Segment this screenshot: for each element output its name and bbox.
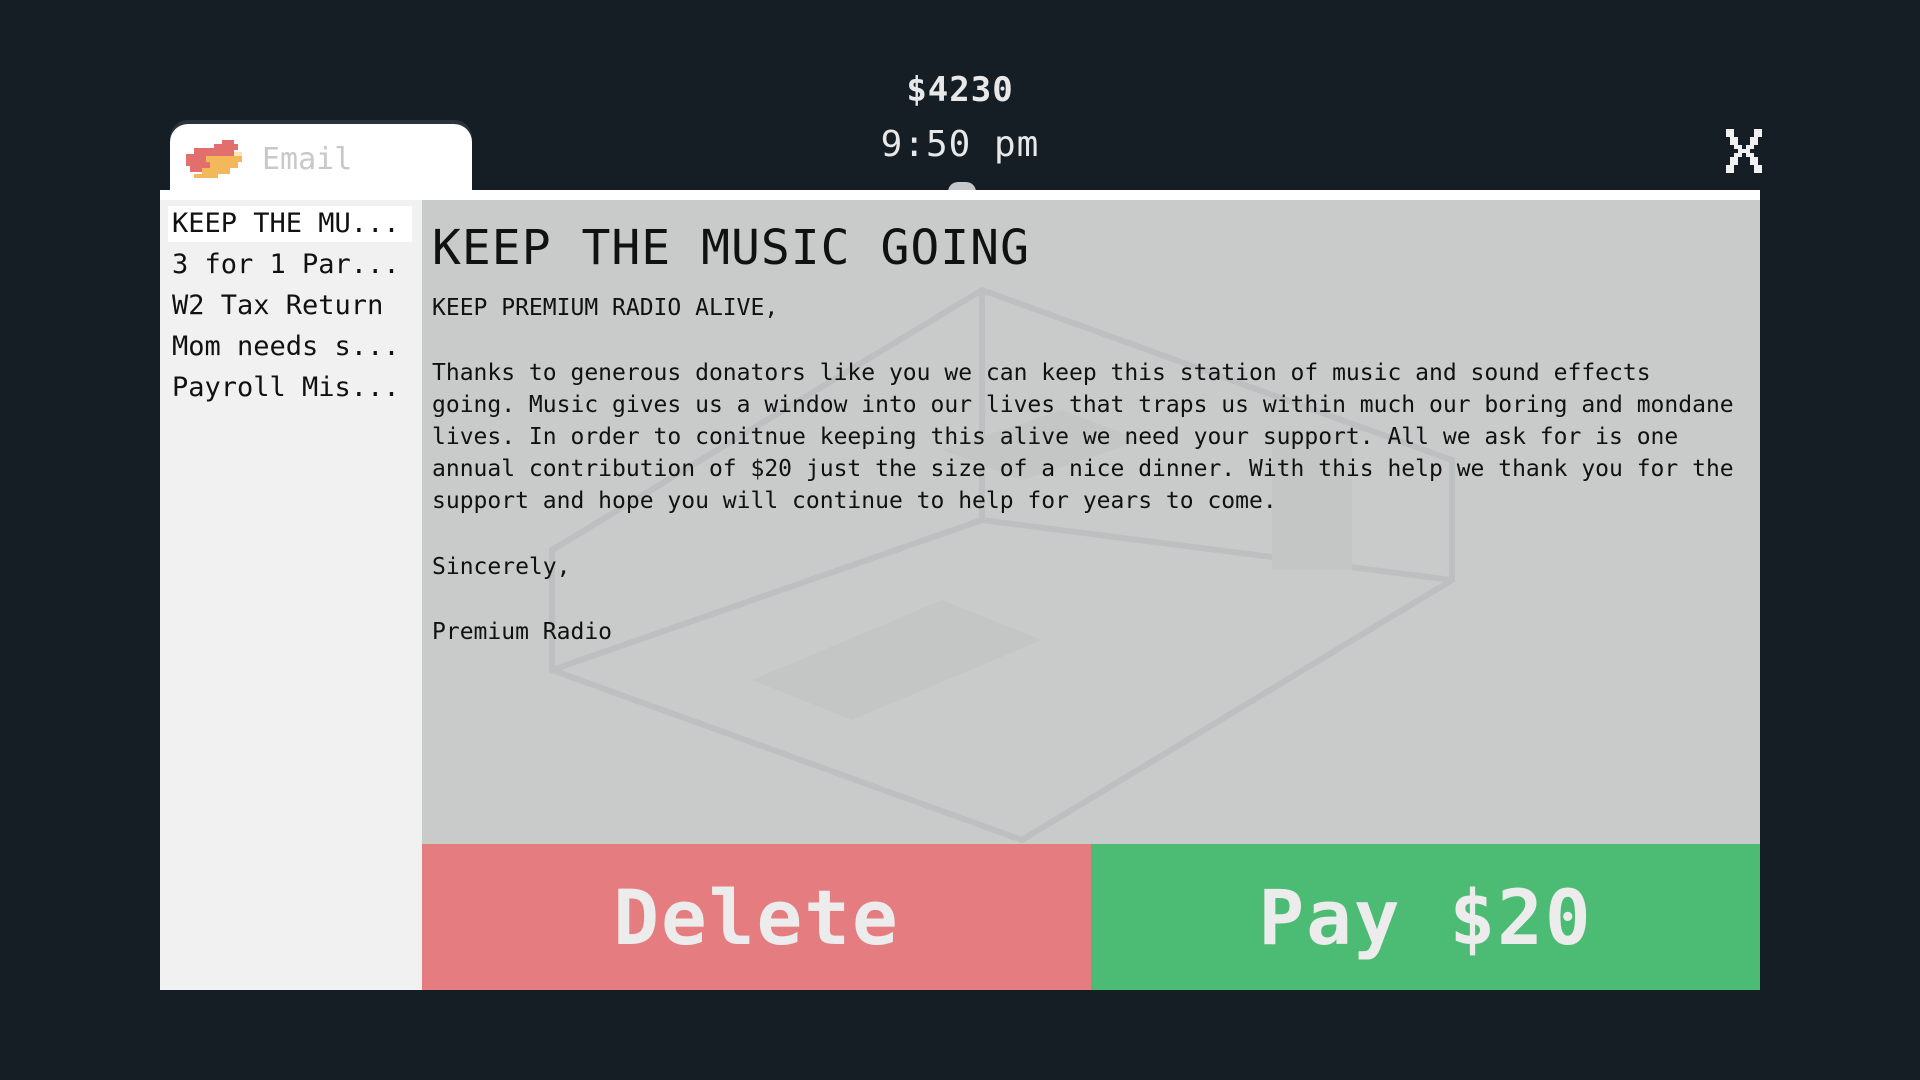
list-item[interactable]: Mom needs s... bbox=[168, 329, 412, 365]
list-item[interactable]: 3 for 1 Par... bbox=[168, 247, 412, 283]
list-item[interactable]: KEEP THE MU... bbox=[168, 206, 412, 242]
email-paragraph: Thanks to generous donators like you we … bbox=[432, 360, 1734, 514]
tab-label: Email bbox=[262, 141, 353, 177]
email-closing: Sincerely, bbox=[432, 554, 571, 580]
email-content: KEEP THE MUSIC GOING KEEP PREMIUM RADIO … bbox=[422, 200, 1760, 844]
close-icon bbox=[1726, 129, 1762, 173]
email-bird-icon bbox=[182, 136, 252, 182]
email-list: KEEP THE MU... 3 for 1 Par... W2 Tax Ret… bbox=[160, 200, 422, 990]
email-greeting: KEEP PREMIUM RADIO ALIVE, bbox=[432, 295, 779, 321]
email-window: KEEP THE MU... 3 for 1 Par... W2 Tax Ret… bbox=[160, 190, 1760, 990]
hud-money: $4230 bbox=[906, 70, 1014, 110]
tab-email[interactable]: Email bbox=[170, 124, 472, 194]
email-signature: Premium Radio bbox=[432, 619, 613, 645]
close-button[interactable] bbox=[1726, 128, 1762, 174]
email-body: KEEP PREMIUM RADIO ALIVE, Thanks to gene… bbox=[432, 292, 1742, 648]
list-item[interactable]: W2 Tax Return bbox=[168, 288, 412, 324]
list-item[interactable]: Payroll Mis... bbox=[168, 370, 412, 406]
pay-button[interactable]: Pay $20 bbox=[1091, 844, 1760, 990]
delete-button[interactable]: Delete bbox=[422, 844, 1091, 990]
email-title: KEEP THE MUSIC GOING bbox=[432, 220, 1030, 276]
